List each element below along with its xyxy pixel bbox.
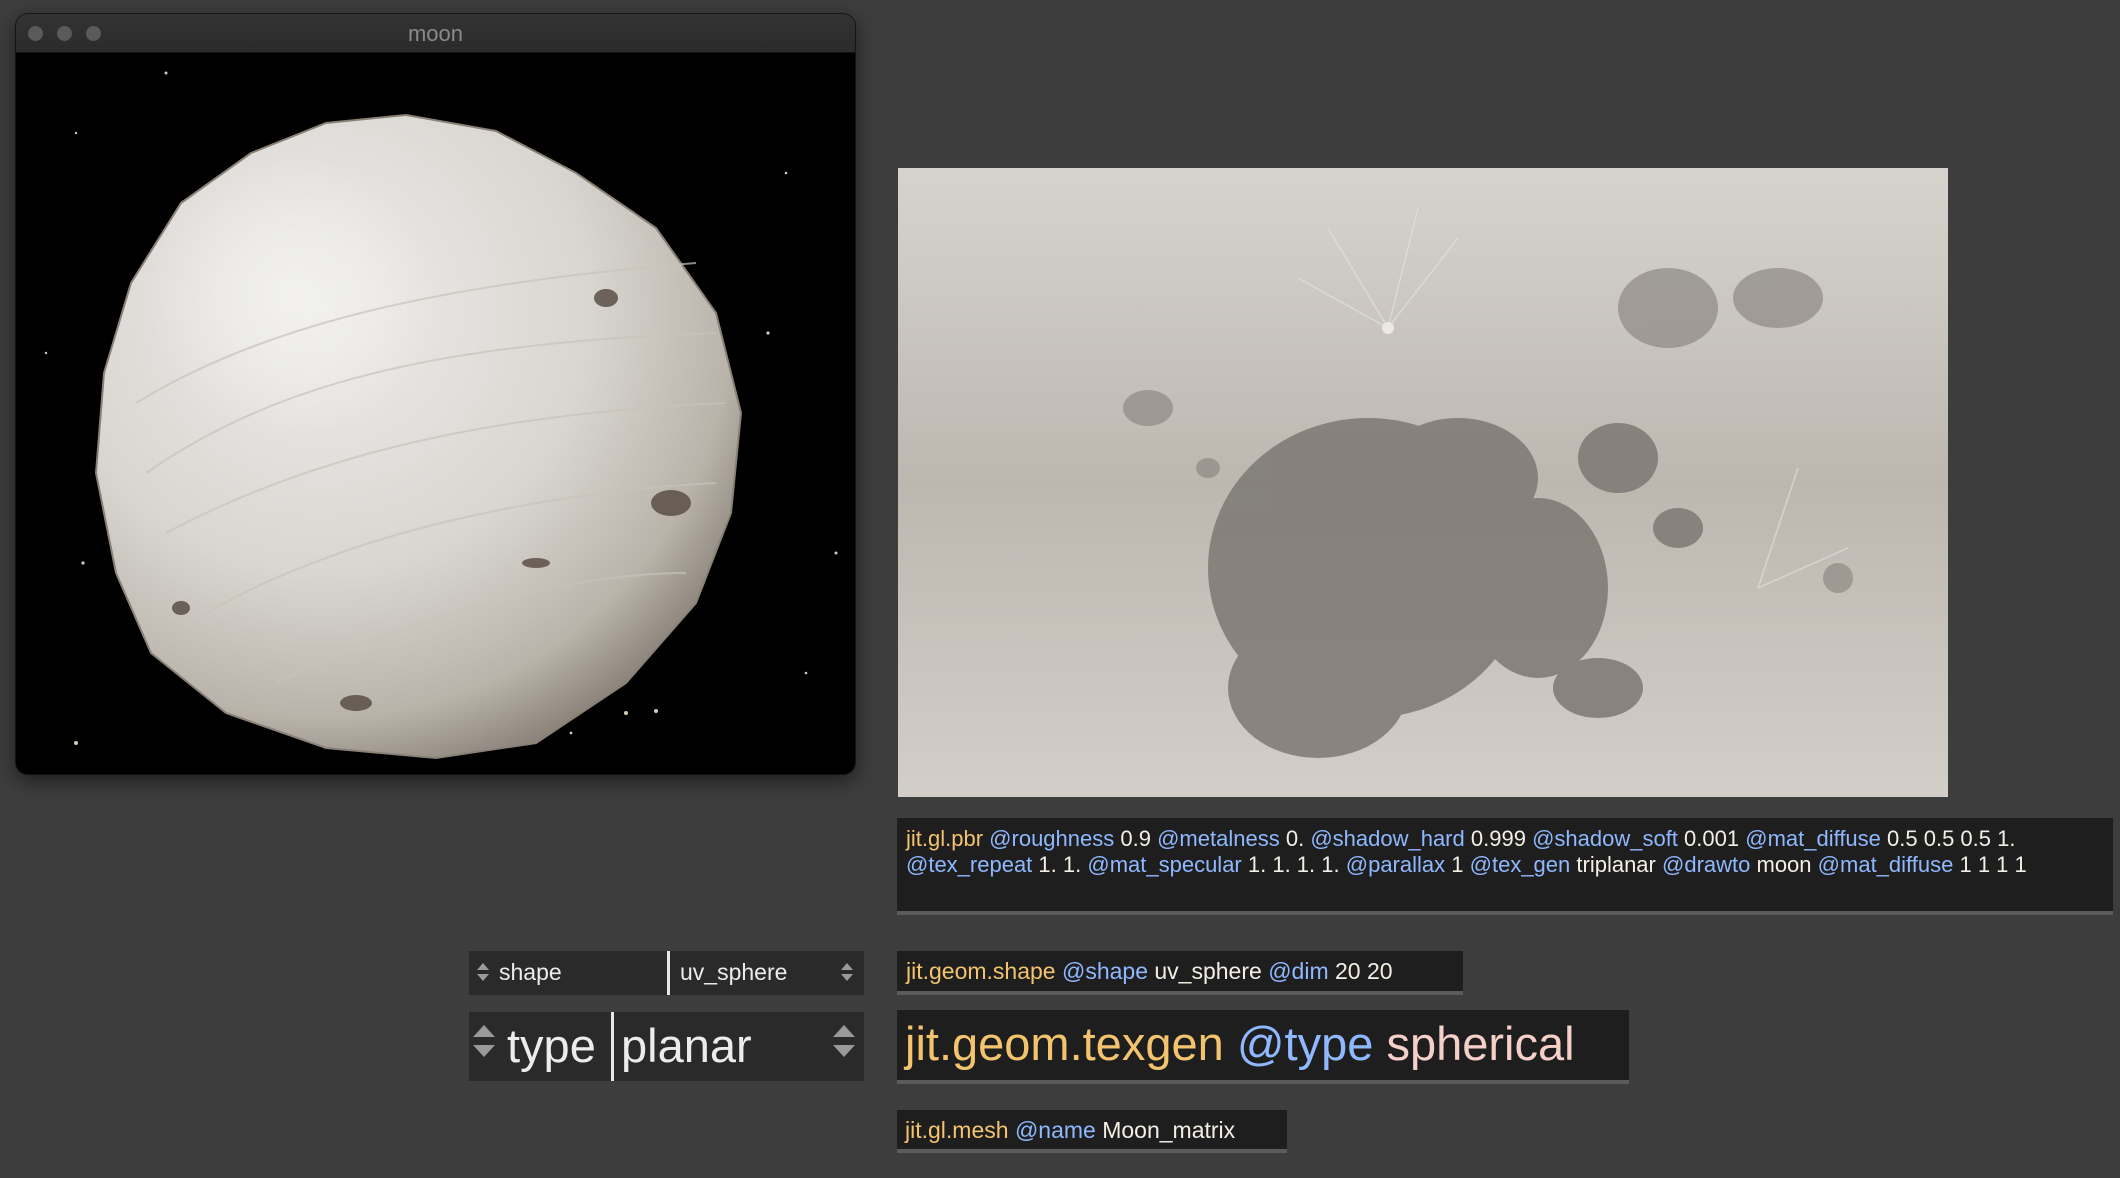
object-attribute: @dim [1268, 958, 1329, 984]
object-value: 1 [1451, 852, 1464, 877]
dropdown-arrows-icon[interactable] [841, 963, 853, 981]
type-menu-selected[interactable]: planar [621, 1018, 752, 1081]
moon-texture-map [898, 168, 1948, 797]
object-attribute: @metalness [1157, 826, 1280, 851]
texture-map-image [898, 168, 1948, 797]
menu-stepper-icon[interactable] [473, 1025, 495, 1057]
object-attribute: @tex_gen [1469, 852, 1571, 877]
dropdown-arrows-icon[interactable] [833, 1025, 855, 1057]
type-menu-label: type [507, 1019, 596, 1072]
window-title: moon [407, 21, 464, 46]
object-value: uv_sphere [1154, 958, 1262, 984]
jit-gl-pbr-object[interactable]: jit.gl.pbr @roughness 0.9 @metalness 0. … [897, 818, 2113, 915]
shape-umenu[interactable]: shape uv_sphere [469, 951, 864, 995]
window-titlebar[interactable]: moon [16, 14, 855, 53]
type-umenu[interactable]: type planar [469, 1012, 864, 1081]
object-attribute: @mat_specular [1087, 852, 1242, 877]
object-attribute: @name [1014, 1117, 1096, 1143]
object-value: 0. [1285, 826, 1305, 851]
object-value: 1. 1. 1. 1. [1247, 852, 1340, 877]
menu-divider [667, 951, 670, 995]
object-value: 0.001 [1684, 826, 1740, 851]
menu-stepper-icon[interactable] [477, 963, 489, 981]
object-value: moon [1756, 852, 1812, 877]
jit-geom-texgen-object[interactable]: jit.geom.texgen @type spherical [897, 1010, 1629, 1084]
render-viewport[interactable] [16, 53, 855, 774]
moon-render [44, 71, 838, 760]
object-attribute: @roughness [989, 826, 1115, 851]
object-value: 20 20 [1335, 958, 1393, 984]
object-attribute: @drawto [1662, 852, 1751, 877]
object-name: jit.geom.texgen [905, 1017, 1224, 1070]
menu-divider [611, 1012, 614, 1081]
object-attribute: @shadow_hard [1310, 826, 1465, 851]
object-name: jit.gl.pbr [906, 826, 984, 851]
object-name: jit.geom.shape [906, 958, 1056, 984]
object-attribute: @type [1236, 1017, 1374, 1070]
jit-gl-mesh-object[interactable]: jit.gl.mesh @name Moon_matrix [897, 1110, 1287, 1153]
object-value: 0.9 [1120, 826, 1151, 851]
object-name: jit.gl.mesh [905, 1117, 1009, 1143]
object-value: 1. 1. [1038, 852, 1082, 877]
object-attribute: @mat_diffuse [1817, 852, 1954, 877]
object-value: 1 1 1 1 [1959, 852, 2027, 877]
shape-menu-label: shape [499, 959, 562, 985]
object-attribute: @shadow_soft [1532, 826, 1678, 851]
shape-menu-selected[interactable]: uv_sphere [680, 959, 787, 995]
object-attribute: @mat_diffuse [1745, 826, 1881, 851]
object-value: 0.999 [1470, 826, 1526, 851]
object-attribute: @shape [1061, 958, 1148, 984]
object-value: 0.5 0.5 0.5 1. [1887, 826, 2016, 851]
object-value: triplanar [1576, 852, 1656, 877]
render-window[interactable]: moon [16, 14, 855, 774]
jit-geom-shape-object[interactable]: jit.geom.shape @shape uv_sphere @dim 20 … [897, 951, 1463, 995]
object-value: spherical [1386, 1017, 1575, 1070]
object-value: Moon_matrix [1102, 1117, 1236, 1143]
object-attribute: @tex_repeat [906, 852, 1033, 877]
object-attribute: @parallax [1345, 852, 1446, 877]
